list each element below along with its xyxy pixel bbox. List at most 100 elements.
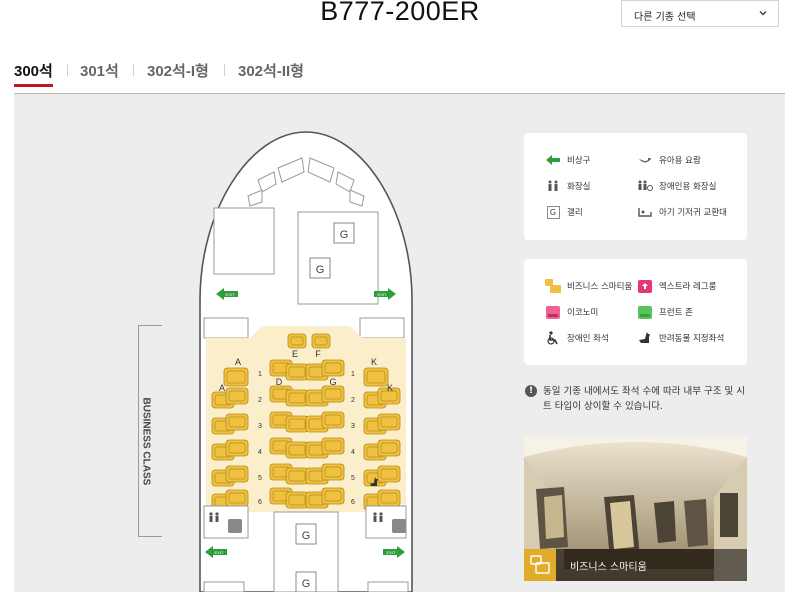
disabled-seat-icon <box>544 331 562 345</box>
legend-disabled-seat: 장애인 좌석 <box>544 331 609 345</box>
business-smartium-icon <box>524 549 556 581</box>
legend-bassinet: 유아용 요람 <box>636 153 701 167</box>
row-number: 6 <box>258 499 262 506</box>
seat[interactable] <box>285 467 309 485</box>
seat[interactable] <box>285 441 309 459</box>
partition <box>359 317 405 339</box>
seat[interactable] <box>321 463 345 481</box>
row-number: 5 <box>351 475 355 482</box>
front-zone-icon <box>636 305 654 319</box>
row-number: 1 <box>351 371 355 378</box>
row-number: 1 <box>258 371 262 378</box>
legend-label: 프런트 존 <box>659 308 693 318</box>
seat-map-page: B777-200ER 다른 기종 선택 300석 301석 302석-I형 30… <box>0 0 800 592</box>
galley-icon-label: G <box>340 229 349 241</box>
photo-caption: 비즈니스 스마티움 <box>524 549 747 581</box>
info-icon: ! <box>525 385 537 397</box>
row-number: 2 <box>351 397 355 404</box>
seat[interactable] <box>225 489 249 507</box>
seat[interactable] <box>285 363 309 381</box>
column-letter: G <box>329 377 336 387</box>
extra-legroom-icon <box>636 279 654 293</box>
seat[interactable] <box>377 413 401 431</box>
partition <box>367 581 409 592</box>
seat[interactable] <box>225 413 249 431</box>
row-number: 5 <box>258 475 262 482</box>
legend-extra-legroom: 엑스트라 레그룸 <box>636 279 716 293</box>
legend-label: 화장실 <box>567 182 591 192</box>
legend-label: 이코노미 <box>567 308 599 318</box>
partition <box>203 581 245 592</box>
legend-diaper-table: 아기 기저귀 교환대 <box>636 205 727 219</box>
facility-legend: 비상구 유아용 요람 화장실 장애인용 화장실 G 갤리 아기 기저귀 교환대 <box>524 133 747 240</box>
seat-photo[interactable]: 비즈니스 스마티움 <box>524 437 747 581</box>
exit-arrow-icon <box>544 153 562 167</box>
economy-icon <box>544 305 562 319</box>
row-number: 3 <box>258 423 262 430</box>
seat[interactable] <box>285 389 309 407</box>
column-letter: K <box>387 383 393 393</box>
column-letter: E <box>292 349 298 359</box>
diaper-table-icon <box>228 519 242 533</box>
seat[interactable] <box>311 333 331 349</box>
legend-label: 반려동물 지정좌석 <box>659 334 725 344</box>
row-number: 3 <box>351 423 355 430</box>
diaper-table-icon <box>636 205 654 219</box>
legend-label: 장애인 좌석 <box>567 334 609 344</box>
bassinet-icon <box>636 153 654 167</box>
svg-text:EXIT: EXIT <box>226 292 235 297</box>
column-letter: K <box>371 357 377 367</box>
seat[interactable] <box>321 437 345 455</box>
legend-business-smartium: 비즈니스 스마티움 <box>544 279 632 293</box>
legend-label: 아기 기저귀 교환대 <box>659 208 727 218</box>
crew-rest-area <box>213 207 275 275</box>
row-number: 2 <box>258 397 262 404</box>
galley-icon-label: G <box>302 578 311 590</box>
column-letter: A <box>219 383 225 393</box>
svg-text:EXIT: EXIT <box>215 550 224 555</box>
seat[interactable] <box>321 411 345 429</box>
seat[interactable] <box>225 465 249 483</box>
diaper-table-icon <box>392 519 406 533</box>
accessible-lavatory-icon <box>636 179 654 193</box>
legend-label: 비즈니스 스마티움 <box>567 282 633 292</box>
galley-icon: G <box>544 205 562 219</box>
seat[interactable] <box>321 385 345 403</box>
galley-icon-label: G <box>316 264 325 276</box>
seat[interactable] <box>285 415 309 433</box>
seat[interactable] <box>285 491 309 509</box>
column-letter: A <box>235 357 241 367</box>
legend-economy: 이코노미 <box>544 305 598 319</box>
lavatory-icon <box>544 179 562 193</box>
column-letter: D <box>276 377 283 387</box>
legend-label: 유아용 요람 <box>659 156 701 166</box>
pet-seat-icon <box>636 331 654 345</box>
legend-label: 갤리 <box>567 208 583 218</box>
legend-galley: G 갤리 <box>544 205 583 219</box>
seat[interactable] <box>225 387 249 405</box>
seat[interactable] <box>225 439 249 457</box>
svg-text:EXIT: EXIT <box>378 292 387 297</box>
legend-label: 장애인용 화장실 <box>659 182 717 192</box>
column-letter: F <box>315 349 321 359</box>
business-smartium-icon <box>544 279 562 293</box>
config-notice: ! 동일 기종 내에서도 좌석 수에 따라 내부 구조 및 시트 타입이 상이할… <box>525 384 745 414</box>
seat[interactable] <box>321 359 345 377</box>
photo-caption-text: 비즈니스 스마티움 <box>570 562 647 573</box>
row-number: 6 <box>351 499 355 506</box>
legend-front-zone: 프런트 존 <box>636 305 693 319</box>
row-number: 4 <box>351 449 355 456</box>
partition <box>203 317 249 339</box>
row-number: 4 <box>258 449 262 456</box>
seat[interactable] <box>377 489 401 507</box>
legend-label: 비상구 <box>567 156 591 166</box>
galley-icon-label: G <box>302 530 311 542</box>
seat[interactable] <box>223 367 249 387</box>
svg-text:EXIT: EXIT <box>387 550 396 555</box>
seat[interactable] <box>363 367 389 387</box>
seat[interactable] <box>321 487 345 505</box>
seat[interactable] <box>377 465 401 483</box>
seat[interactable] <box>377 439 401 457</box>
seat[interactable] <box>287 333 307 349</box>
seat-type-legend: 비즈니스 스마티움 엑스트라 레그룸 이코노미 프런트 존 장애인 좌석 반려동… <box>524 259 747 365</box>
